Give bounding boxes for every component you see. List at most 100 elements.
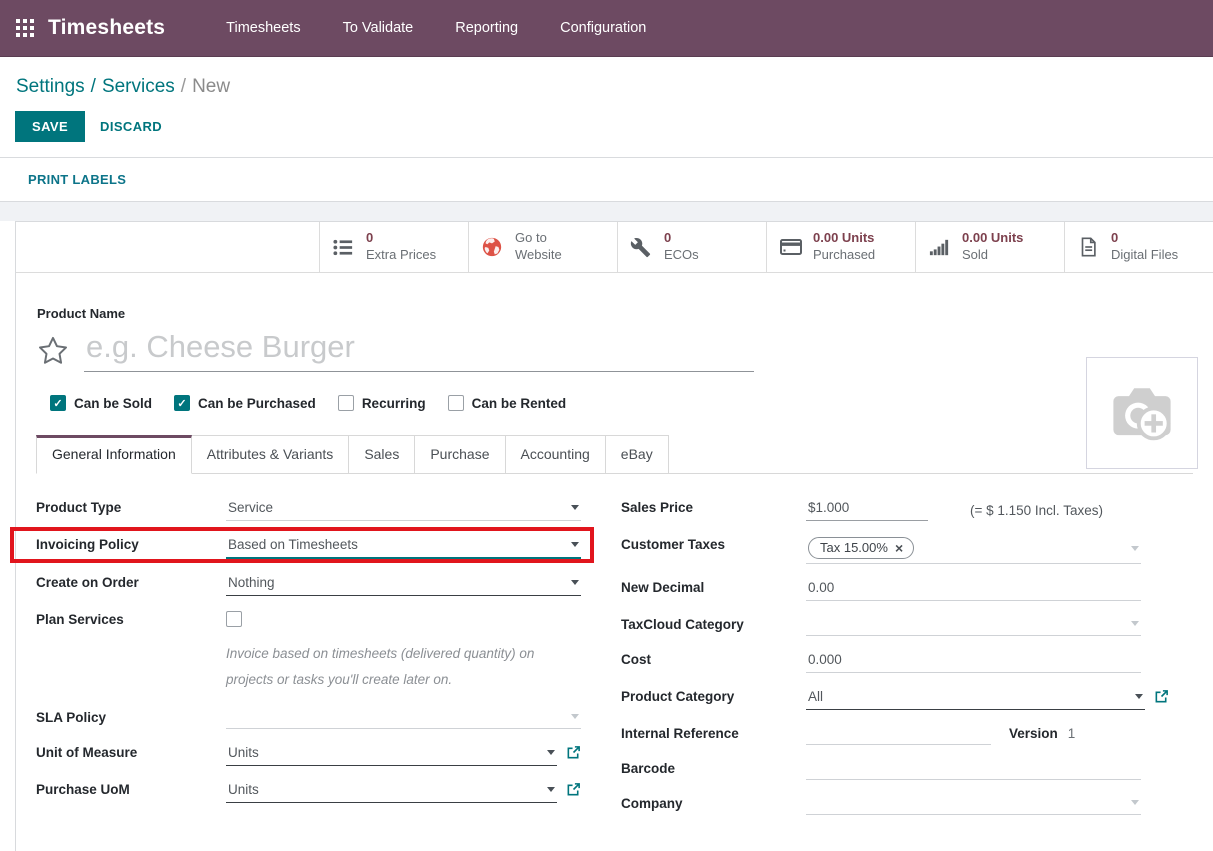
tab-accounting[interactable]: Accounting [506,435,606,473]
menu-item-configuration[interactable]: Configuration [539,0,667,57]
chevron-down-icon [547,750,555,755]
checkbox-label: Recurring [362,396,426,411]
print-labels-button[interactable]: PRINT LABELS [28,172,126,187]
external-link-icon[interactable] [566,745,581,765]
invoicing-policy-select[interactable]: Based on Timesheets [226,535,581,559]
tab-ebay[interactable]: eBay [606,435,669,473]
new-decimal-input[interactable]: 0.00 [806,578,1141,601]
product-type-select[interactable]: Service [226,498,581,521]
barcode-input[interactable] [806,759,1141,780]
breadcrumb-current: New [192,76,230,97]
field-product-type: Product Type Service [36,498,581,521]
checkbox-can-be-sold[interactable]: Can be Sold [50,395,152,411]
form-right-column: Sales Price $1.000 (= $ 1.150 Incl. Taxe… [621,498,1193,829]
stat-button-digital-files[interactable]: 0 Digital Files [1064,222,1213,272]
version-label: Version [1009,726,1058,741]
stat-button-go-to-website[interactable]: Go to Website [468,222,617,272]
customer-taxes-label: Customer Taxes [621,535,806,552]
product-name-input[interactable] [84,329,754,372]
chevron-down-icon [1135,694,1143,699]
notebook-tabs: General Information Attributes & Variant… [36,435,1193,474]
product-flags: Can be Sold Can be Purchased Recurring C… [50,395,1193,411]
barcode-label: Barcode [621,759,806,776]
stat-label: Purchased [813,247,875,264]
save-button[interactable]: SAVE [15,111,85,142]
sales-price-input[interactable]: $1.000 [806,498,928,521]
breadcrumb-settings[interactable]: Settings [16,76,85,97]
customer-taxes-select[interactable]: Tax 15.00% × [806,535,1141,564]
purchase-uom-select[interactable]: Units [226,780,557,803]
checkbox-label: Can be Sold [74,396,152,411]
chevron-down-icon [1131,546,1139,551]
field-sla-policy: SLA Policy [36,708,581,729]
app-title[interactable]: Timesheets [48,16,165,40]
camera-plus-icon [1103,374,1181,452]
form-sheet: 0 Extra Prices Go to Website [15,221,1213,851]
stat-button-extra-prices[interactable]: 0 Extra Prices [319,222,468,272]
field-taxcloud-category: TaxCloud Category [621,615,1141,636]
file-icon [1077,236,1107,258]
product-category-value: All [808,689,823,704]
checkbox-recurring[interactable]: Recurring [338,395,426,411]
discard-button[interactable]: DISCARD [100,119,162,134]
product-type-value: Service [228,500,273,515]
taxcloud-category-label: TaxCloud Category [621,615,806,632]
cost-value: 0.000 [808,652,842,667]
stat-value: 0.00 Units [962,230,1023,247]
field-new-decimal: New Decimal 0.00 [621,578,1141,601]
product-category-label: Product Category [621,687,806,704]
unit-of-measure-select[interactable]: Units [226,743,557,766]
main-menu: Timesheets To Validate Reporting Configu… [205,0,667,57]
globe-icon [481,236,511,258]
chevron-down-icon [547,787,555,792]
field-cost: Cost 0.000 [621,650,1141,673]
tab-general-information[interactable]: General Information [36,435,192,474]
checkbox-can-be-purchased[interactable]: Can be Purchased [174,395,316,411]
breadcrumb-services[interactable]: Services [102,76,175,97]
chevron-down-icon [1131,800,1139,805]
cost-input[interactable]: 0.000 [806,650,1141,673]
checkbox-checked-icon [50,395,66,411]
breadcrumb: Settings/Services/New [0,57,1213,98]
price-incl-taxes-note: (= $ 1.150 Incl. Taxes) [970,501,1103,518]
stat-button-sold[interactable]: 0.00 Units Sold [915,222,1064,272]
product-category-select[interactable]: All [806,687,1145,710]
menu-item-timesheets[interactable]: Timesheets [205,0,321,57]
unit-of-measure-value: Units [228,745,259,760]
tab-attributes-variants[interactable]: Attributes & Variants [192,435,350,473]
external-link-icon[interactable] [566,782,581,802]
remove-tag-icon[interactable]: × [895,541,903,555]
checkbox-checked-icon [174,395,190,411]
company-select[interactable] [806,794,1141,815]
external-link-icon[interactable] [1154,689,1169,709]
checkbox-can-be-rented[interactable]: Can be Rented [448,395,567,411]
field-sales-price: Sales Price $1.000 (= $ 1.150 Incl. Taxe… [621,498,1141,521]
taxcloud-category-select[interactable] [806,615,1141,636]
stat-value: Go to [515,230,562,247]
internal-reference-input[interactable] [806,724,991,745]
favorite-star-icon[interactable] [36,334,70,368]
top-navbar: Timesheets Timesheets To Validate Report… [0,0,1213,57]
credit-card-icon [779,235,809,259]
checkbox-unchecked-icon [448,395,464,411]
stat-button-purchased[interactable]: 0.00 Units Purchased [766,222,915,272]
background-band [0,202,1213,221]
menu-item-to-validate[interactable]: To Validate [322,0,435,57]
plan-services-checkbox[interactable] [226,611,242,627]
create-on-order-select[interactable]: Nothing [226,573,581,596]
version-value: 1 [1068,726,1076,741]
field-barcode: Barcode [621,759,1141,780]
form-left-column: Product Type Service Invoicing Policy Ba… [36,498,581,829]
tab-sales[interactable]: Sales [349,435,415,473]
sla-policy-select[interactable] [226,708,581,729]
menu-item-reporting[interactable]: Reporting [434,0,539,57]
field-customer-taxes: Customer Taxes Tax 15.00% × [621,535,1141,564]
apps-grid-icon[interactable] [16,19,34,37]
stat-label: ECOs [664,247,699,264]
chevron-down-icon [1131,621,1139,626]
stat-label: Sold [962,247,1023,264]
stat-button-ecos[interactable]: 0 ECOs [617,222,766,272]
field-plan-services: Plan Services [36,610,581,631]
product-image-upload[interactable] [1086,357,1198,469]
tab-purchase[interactable]: Purchase [415,435,505,473]
